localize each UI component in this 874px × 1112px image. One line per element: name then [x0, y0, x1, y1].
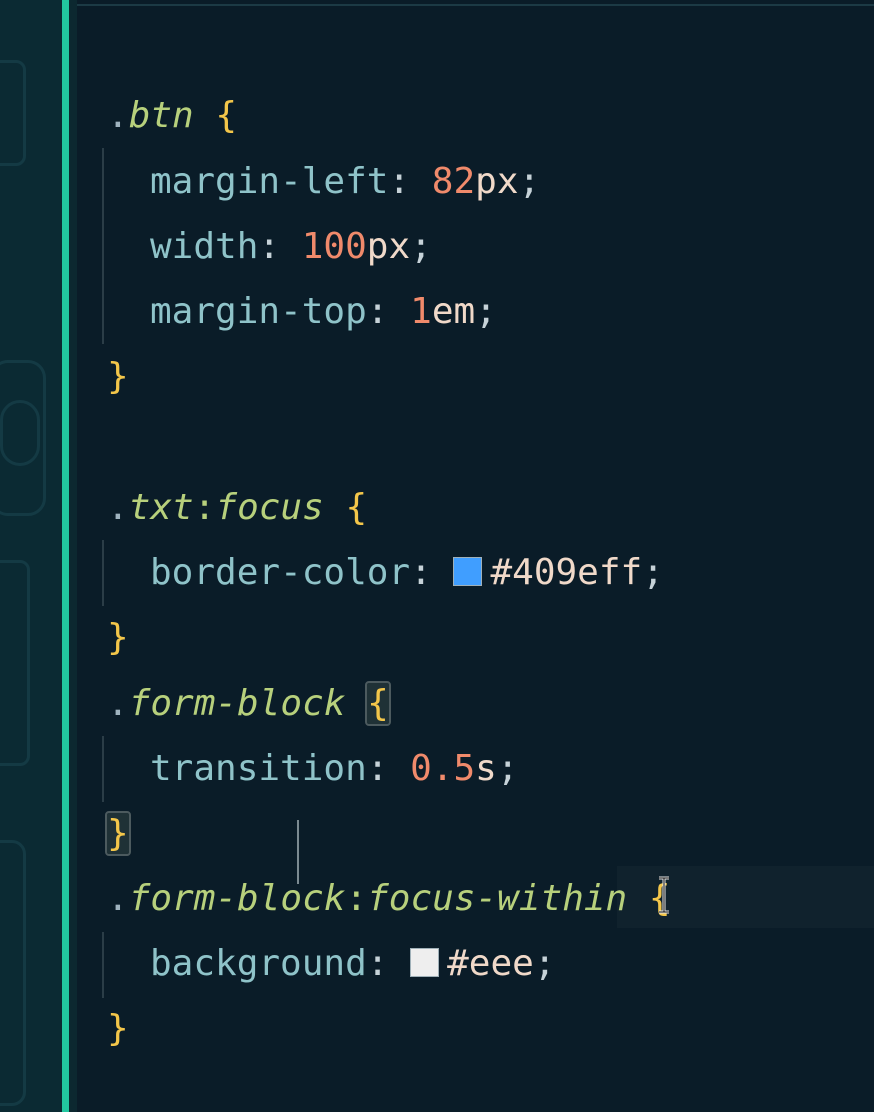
indent-guide: [102, 148, 104, 344]
css-unit: em: [431, 291, 476, 332]
css-unit: px: [366, 226, 411, 267]
css-number: 0.5: [410, 748, 476, 789]
code-line[interactable]: transition: 0.5s;: [150, 739, 519, 799]
css-property: border-color: [150, 552, 411, 593]
ibeam-cursor-icon: [659, 876, 669, 914]
indent-guide: [102, 540, 104, 606]
indent-guide: [102, 736, 104, 802]
selector-name: form-block: [128, 878, 346, 919]
pseudo-colon: :: [345, 878, 368, 919]
css-unit: px: [475, 161, 519, 202]
semicolon: ;: [410, 226, 432, 267]
css-color-value: #409eff: [490, 552, 643, 593]
editor-accent-bar: [62, 0, 69, 1112]
close-brace: }: [107, 1008, 129, 1049]
close-brace: }: [107, 356, 129, 397]
pseudo-class: focus-within: [367, 878, 628, 919]
text-caret: [297, 820, 299, 884]
activity-bar-background: [0, 0, 62, 1112]
code-line[interactable]: margin-top: 1em;: [150, 282, 497, 342]
code-line[interactable]: }: [107, 999, 129, 1059]
code-line[interactable]: .form-block:focus-within {: [107, 869, 671, 929]
semicolon: ;: [475, 291, 497, 332]
open-brace: {: [365, 681, 391, 726]
color-swatch[interactable]: [453, 557, 483, 586]
pseudo-colon: :: [193, 487, 216, 528]
css-unit: s: [475, 748, 497, 789]
open-brace: {: [215, 95, 238, 136]
indent-guide: [102, 932, 104, 998]
close-brace: }: [107, 617, 129, 658]
semicolon: ;: [642, 552, 664, 593]
css-number: 100: [301, 226, 367, 267]
css-number: 82: [431, 161, 476, 202]
colon: :: [258, 226, 281, 267]
css-property: width: [150, 226, 259, 267]
css-property: background: [150, 943, 367, 984]
colon: :: [410, 552, 432, 593]
background-decoration: [0, 400, 40, 466]
code-line[interactable]: border-color: #409eff;: [150, 543, 664, 603]
css-number: 1: [410, 291, 432, 332]
background-decoration: [0, 840, 26, 1106]
open-brace: {: [345, 487, 368, 528]
semicolon: ;: [518, 161, 541, 202]
css-color-value: #eee: [447, 943, 534, 984]
code-line[interactable]: margin-left: 82px;: [150, 152, 540, 212]
selector-dot: .: [107, 683, 129, 724]
pseudo-class: focus: [215, 487, 324, 528]
background-decoration: [0, 60, 26, 166]
selector-name: txt: [128, 487, 194, 528]
code-line[interactable]: .txt:focus {: [107, 478, 367, 538]
code-line[interactable]: }: [107, 608, 129, 668]
code-line[interactable]: background: #eee;: [150, 934, 556, 994]
colon: :: [366, 748, 389, 789]
selector-dot: .: [107, 95, 129, 136]
editor-top-border: [77, 4, 874, 6]
editor-edge: [69, 0, 77, 1112]
code-line[interactable]: .form-block {: [107, 674, 391, 734]
selector-dot: .: [107, 487, 129, 528]
colon: :: [366, 943, 389, 984]
color-swatch[interactable]: [410, 948, 440, 977]
selector-dot: .: [107, 878, 129, 919]
colon: :: [388, 161, 411, 202]
code-line[interactable]: }: [107, 347, 129, 407]
semicolon: ;: [496, 748, 519, 789]
code-line[interactable]: }: [105, 804, 131, 864]
selector-name: btn: [128, 95, 194, 136]
background-decoration: [0, 560, 30, 766]
code-line[interactable]: width: 100px;: [150, 217, 432, 277]
selector-name: form-block: [128, 683, 346, 724]
semicolon: ;: [533, 943, 556, 984]
code-editor[interactable]: .btn { margin-left: 82px; width: 100px; …: [77, 0, 874, 1112]
css-property: transition: [150, 748, 367, 789]
css-property: margin-top: [150, 291, 367, 332]
colon: :: [366, 291, 389, 332]
css-property: margin-left: [150, 161, 389, 202]
close-brace: }: [105, 811, 131, 856]
code-line[interactable]: .btn {: [107, 86, 237, 146]
